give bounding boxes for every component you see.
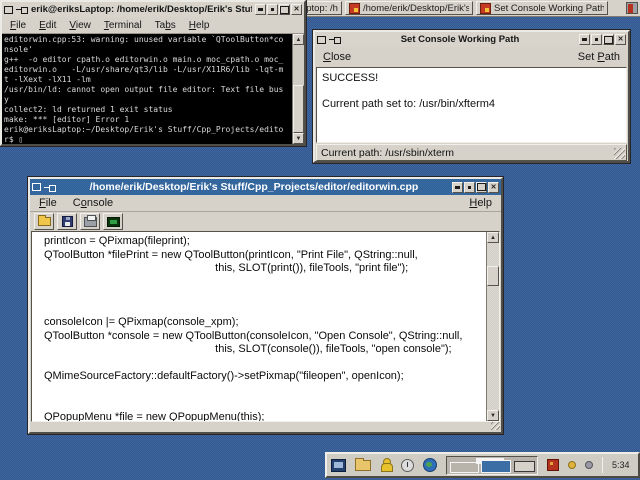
tray-icon-yellow[interactable]: [568, 461, 576, 469]
scrollbar-thumb[interactable]: [293, 85, 304, 133]
dialog-menubar: Close Set Path: [315, 47, 628, 67]
desktop-pager[interactable]: [446, 456, 538, 475]
tray-icon-gray[interactable]: [585, 461, 593, 469]
window-pin-icon[interactable]: [329, 36, 341, 43]
terminal-launcher-icon[interactable]: [331, 459, 346, 472]
menu-view[interactable]: View: [69, 20, 91, 31]
bottom-panel: 5:34: [325, 452, 640, 478]
panel-clock: 5:34: [612, 460, 630, 470]
resize-grip[interactable]: [614, 148, 625, 159]
code-text: printIcon = QPixmap(fileprint); QToolBut…: [44, 235, 483, 422]
scroll-up-icon[interactable]: ▲: [487, 232, 499, 243]
menu-close[interactable]: Close: [323, 51, 351, 63]
scroll-down-icon[interactable]: ▼: [487, 410, 499, 421]
taskbar-button-label: /home/erik/Desktop/Erik's St: [363, 3, 469, 14]
dialog-body: SUCCESS! Current path set to: /usr/bin/x…: [316, 67, 627, 143]
menu-set-path[interactable]: Set Path: [578, 51, 620, 63]
window-pin-icon[interactable]: [44, 184, 56, 191]
window-menu-icon[interactable]: [317, 36, 326, 44]
minimize-button[interactable]: [464, 182, 475, 193]
menu-help[interactable]: Help: [469, 197, 492, 209]
maximize-button[interactable]: [603, 34, 614, 45]
menu-file[interactable]: File: [39, 197, 57, 209]
app-tray-icon[interactable]: [547, 459, 559, 471]
menu-terminal[interactable]: Terminal: [104, 20, 142, 31]
editor-titlebar[interactable]: /home/erik/Desktop/Erik's Stuff/Cpp_Proj…: [30, 179, 501, 195]
editor-window-title: /home/erik/Desktop/Erik's Stuff/Cpp_Proj…: [59, 181, 449, 193]
close-button[interactable]: ✕: [488, 182, 499, 193]
terminal-window-title: erik@eriksLaptop: /home/erik/Desktop/Eri…: [31, 4, 252, 15]
save-file-icon: [62, 216, 73, 227]
dialog-app-icon: [480, 3, 491, 14]
scroll-up-icon[interactable]: ▲: [293, 34, 304, 45]
desktop: { "colors": { "desktop": "#3e68a4", "act…: [0, 0, 640, 480]
taskbar-button-editor[interactable]: /home/erik/Desktop/Erik's St: [345, 1, 473, 15]
pager-window-editor-active[interactable]: [481, 460, 511, 473]
editor-menubar: File Console Help: [30, 195, 501, 212]
menu-tabs[interactable]: Tabs: [155, 20, 176, 31]
open-console-button[interactable]: [103, 213, 123, 230]
terminal-scrollbar[interactable]: ▲ ▼: [292, 34, 304, 144]
window-menu-icon[interactable]: [4, 6, 13, 14]
clock-launcher-icon[interactable]: [401, 459, 414, 472]
dialog-titlebar[interactable]: Set Console Working Path ✕: [315, 32, 628, 47]
minimize-button[interactable]: [591, 34, 602, 45]
maximize-button[interactable]: [476, 182, 487, 193]
menu-edit[interactable]: Edit: [39, 20, 56, 31]
shade-button[interactable]: [452, 182, 463, 193]
editor-bottom-strip: [30, 422, 501, 431]
dialog-statusbar: Current path: /usr/sbin/xterm: [316, 144, 627, 161]
menu-help[interactable]: Help: [189, 20, 210, 31]
current-path-status: Current path: /usr/sbin/xterm: [321, 147, 454, 159]
editor-toolbar: [30, 212, 501, 231]
scrollbar-track[interactable]: [487, 243, 499, 410]
set-console-path-dialog: Set Console Working Path ✕ Close Set Pat…: [313, 30, 630, 163]
editor-app-icon: [349, 3, 360, 14]
terminal-output: editorwin.cpp:53: warning: unused variab…: [4, 35, 290, 144]
editor-window: /home/erik/Desktop/Erik's Stuff/Cpp_Proj…: [28, 177, 503, 434]
panel-separator: [602, 457, 603, 473]
dialog-window-title: Set Console Working Path: [344, 34, 576, 45]
print-file-icon: [84, 217, 97, 227]
close-button[interactable]: ✕: [615, 34, 626, 45]
menu-file[interactable]: File: [10, 20, 26, 31]
scrollbar-thumb[interactable]: [487, 266, 499, 286]
web-browser-launcher-icon[interactable]: [423, 458, 437, 472]
terminal-menubar: File Edit View Terminal Tabs Help: [2, 17, 304, 34]
pager-window-dialog[interactable]: [514, 461, 535, 472]
terminal-titlebar[interactable]: erik@eriksLaptop: /home/erik/Desktop/Eri…: [2, 2, 304, 17]
taskbar-button-set-console-path[interactable]: Set Console Working Path: [476, 1, 608, 15]
scroll-down-icon[interactable]: ▼: [293, 133, 304, 144]
user-launcher-icon[interactable]: [380, 458, 392, 472]
dialog-message: SUCCESS! Current path set to: /usr/bin/x…: [317, 68, 626, 115]
resize-grip[interactable]: [491, 422, 500, 430]
window-list-tray-icon[interactable]: [626, 2, 638, 14]
pager-window-terminal[interactable]: [450, 462, 479, 473]
window-pin-icon[interactable]: [16, 6, 28, 13]
open-console-icon: [107, 217, 120, 227]
terminal-window: erik@eriksLaptop: /home/erik/Desktop/Eri…: [0, 0, 306, 146]
maximize-button[interactable]: [279, 4, 290, 15]
open-file-icon: [38, 217, 51, 226]
close-button[interactable]: ✕: [291, 4, 302, 15]
editor-scrollbar[interactable]: ▲ ▼: [486, 232, 499, 421]
minimize-button[interactable]: [267, 4, 278, 15]
window-menu-icon[interactable]: [32, 183, 41, 191]
scrollbar-track[interactable]: [293, 45, 304, 133]
file-manager-launcher-icon[interactable]: [355, 460, 371, 471]
terminal-screen[interactable]: editorwin.cpp:53: warning: unused variab…: [2, 34, 304, 144]
shade-button[interactable]: [255, 4, 266, 15]
save-file-button[interactable]: [57, 213, 77, 230]
print-file-button[interactable]: [80, 213, 100, 230]
code-edit-area[interactable]: printIcon = QPixmap(fileprint); QToolBut…: [31, 231, 500, 422]
open-file-button[interactable]: [34, 213, 54, 230]
taskbar-button-label: Set Console Working Path: [494, 3, 604, 14]
shade-button[interactable]: [579, 34, 590, 45]
menu-console[interactable]: Console: [73, 197, 113, 209]
